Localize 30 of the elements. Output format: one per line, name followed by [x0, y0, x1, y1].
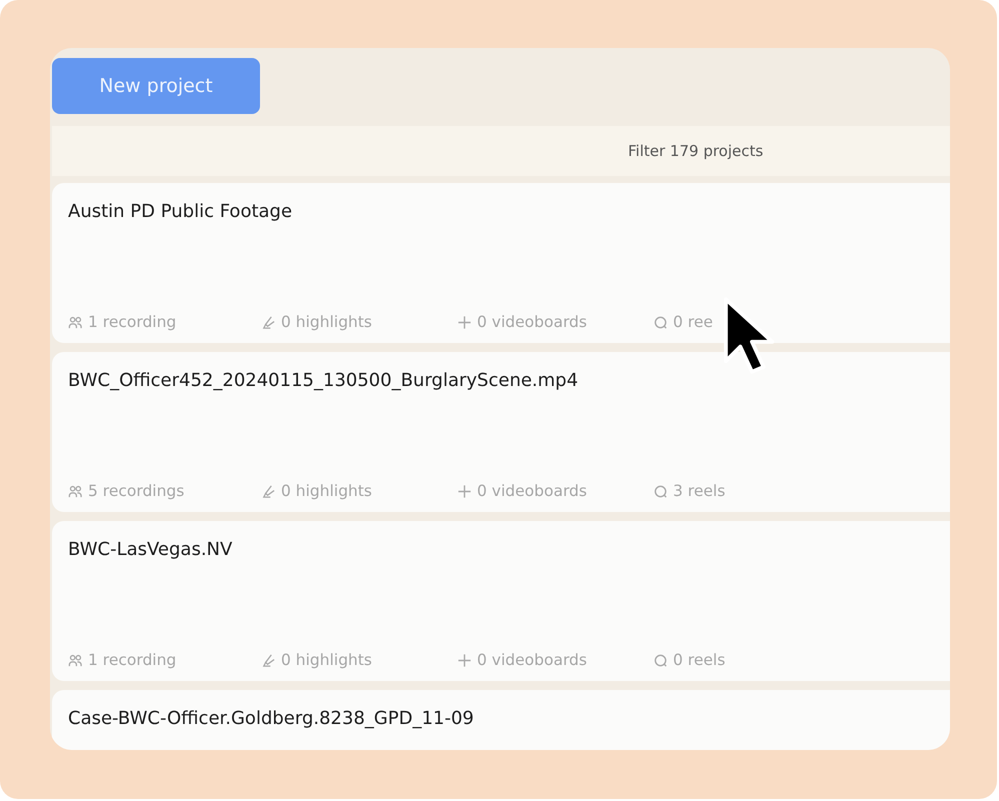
- stat-label: 0 highlights: [281, 651, 372, 669]
- stat-label: 3 reels: [673, 482, 726, 500]
- stat-label: 1 recording: [88, 651, 176, 669]
- stat-label: 0 highlights: [281, 313, 372, 331]
- people-icon: [68, 314, 83, 330]
- stat-label: 0 videoboards: [477, 651, 587, 669]
- stat-label: 5 recordings: [88, 482, 184, 500]
- highlighter-icon: [261, 314, 276, 330]
- plus-icon: [457, 652, 472, 668]
- project-card[interactable]: BWC-LasVegas.NV 1 recording 0 highlights 0 videoboards 0 reels: [52, 521, 950, 681]
- stat-label: 0 ree: [673, 313, 713, 331]
- project-title: BWC_Officer452_20240115_130500_BurglaryScene.mp4: [68, 370, 580, 391]
- project-title: BWC-LasVegas.NV: [68, 539, 234, 560]
- stat-label: 0 videoboards: [477, 482, 587, 500]
- highlighter-icon: [261, 652, 276, 668]
- project-card[interactable]: Case-BWC-Officer.Goldberg.8238_GPD_11-09: [52, 690, 950, 750]
- people-icon: [68, 484, 83, 498]
- highlighter-icon: [261, 484, 276, 498]
- filter-field[interactable]: Filter 179 projects: [626, 141, 800, 161]
- stat-label: 1 recording: [88, 313, 176, 331]
- project-title: Austin PD Public Footage: [68, 201, 294, 222]
- stat-label: 0 highlights: [281, 482, 372, 500]
- stat-label: 0 videoboards: [477, 313, 587, 331]
- plus-icon: [457, 314, 472, 330]
- people-icon: [68, 652, 83, 668]
- plus-icon: [457, 484, 472, 498]
- project-card[interactable]: BWC_Officer452_20240115_130500_BurglaryScene.mp4 5 recordings 0 highlights 0 videoboards 3 reels: [52, 352, 950, 512]
- project-card[interactable]: Austin PD Public Footage 1 recording 0 highlights 0 videoboards 0 ree: [52, 183, 950, 343]
- stat-label: 0 reels: [673, 651, 726, 669]
- project-title: Case-BWC-Officer.Goldberg.8238_GPD_11-09: [68, 708, 475, 729]
